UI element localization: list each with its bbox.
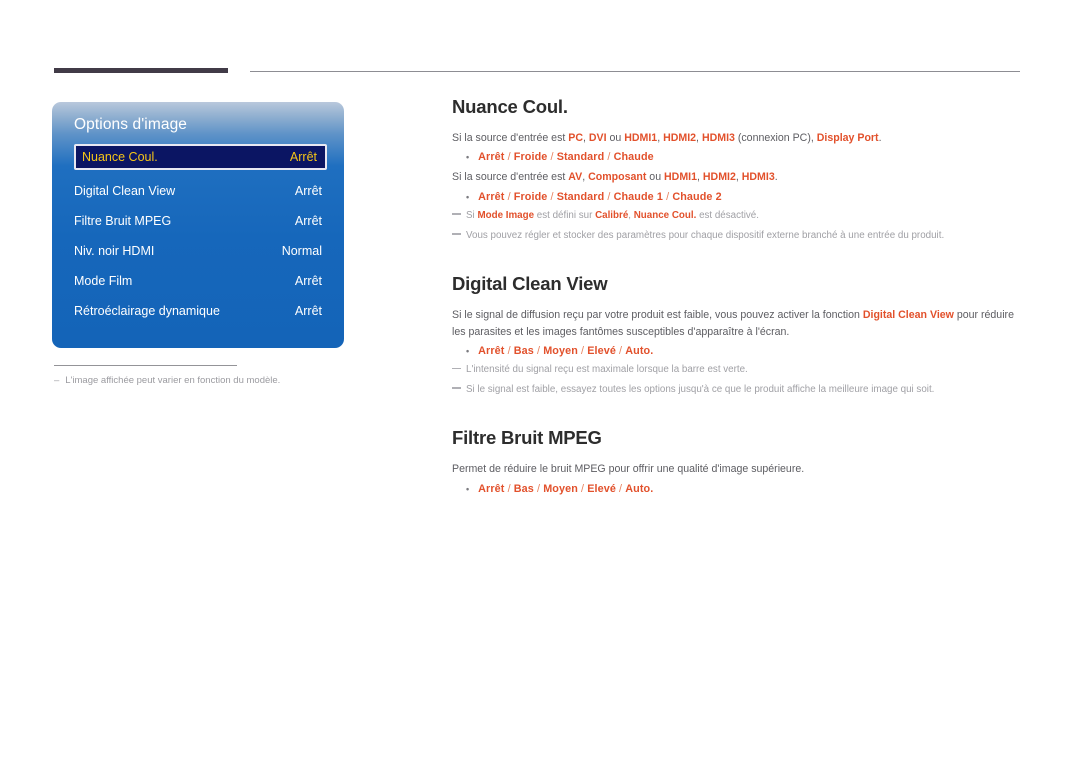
text-fragment: est défini sur	[534, 209, 596, 221]
header-thin-rule	[250, 71, 1020, 72]
bullet-dot-icon: •	[466, 346, 470, 356]
osd-item-label: Digital Clean View	[74, 184, 176, 198]
osd-menu-item-digital-clean-view[interactable]: Digital Clean View Arrêt	[52, 176, 344, 206]
highlight-nuance-coul: Nuance Coul.	[633, 209, 697, 221]
text-fragment: Si	[466, 209, 478, 221]
text-fragment: ou	[646, 171, 665, 184]
osd-menu-panel: Options d'image Nuance Coul. Arrêt Digit…	[52, 102, 344, 348]
highlight-hdmi1: HDMI1	[664, 171, 697, 184]
osd-item-value: Arrêt	[294, 274, 322, 288]
note-dash-icon	[452, 233, 461, 235]
bullet-nuance-options-pc: • Arrêt / Froide / Standard / Chaude	[466, 151, 1022, 163]
note-signal-bar-green: L'intensité du signal reçu est maximale …	[452, 363, 1022, 378]
bullet-dot-icon: •	[466, 191, 470, 202]
highlight-composant: Composant	[588, 171, 647, 184]
paragraph-nuance-source-pc: Si la source d'entrée est PC, DVI ou HDM…	[452, 130, 1022, 146]
note-text: L'intensité du signal reçu est maximale …	[466, 364, 748, 375]
paragraph-nuance-source-av: Si la source d'entrée est AV, Composant …	[452, 169, 1022, 185]
text-fragment: (connexion PC),	[734, 132, 817, 144]
note-dash-icon	[452, 367, 461, 369]
highlight-dvi: DVI	[588, 132, 607, 144]
text-fragment: .	[878, 132, 882, 144]
osd-item-label: Mode Film	[74, 274, 133, 288]
osd-item-value: Normal	[281, 244, 322, 258]
bullet-filtre-bruit-mpeg-options: • Arrêt / Bas / Moyen / Elevé / Auto.	[466, 483, 1022, 495]
documentation-column: Nuance Coul. Si la source d'entrée est P…	[452, 96, 1022, 501]
osd-item-label: Rétroéclairage dynamique	[74, 304, 220, 318]
paragraph-digital-clean-view: Si le signal de diffusion reçu par votre…	[452, 307, 1022, 340]
osd-footnote-block: – L'image affichée peut varier en foncti…	[52, 365, 344, 387]
text-fragment: Si la source d'entrée est	[452, 171, 569, 184]
text-fragment: ou	[606, 132, 625, 144]
osd-menu-item-niv-noir-hdmi[interactable]: Niv. noir HDMI Normal	[52, 236, 344, 266]
highlight-hdmi3: HDMI3	[741, 171, 775, 184]
page-header-rules	[0, 0, 1080, 90]
text-fragment: .	[774, 171, 778, 184]
osd-menu-title: Options d'image	[74, 116, 188, 133]
highlight-hdmi3: HDMI3	[701, 132, 735, 144]
highlight-av: AV	[568, 171, 583, 184]
highlight-display-port: Display Port	[816, 132, 879, 144]
note-text: Si Mode Image est défini sur Calibré, Nu…	[466, 209, 1022, 224]
bullet-options-text: Arrêt / Froide / Standard / Chaude	[478, 151, 654, 164]
highlight-digital-clean-view: Digital Clean View	[862, 309, 954, 322]
bullet-digital-clean-view-options: • Arrêt / Bas / Moyen / Elevé / Auto.	[466, 345, 1022, 357]
bullet-options-text: Arrêt / Froide / Standard / Chaude 1 / C…	[478, 190, 722, 203]
footnote-text: L'image affichée peut varier en fonction…	[65, 375, 281, 386]
highlight-hdmi2: HDMI2	[663, 132, 697, 144]
highlight-hdmi2: HDMI2	[702, 171, 736, 184]
section-title-digital-clean-view: Digital Clean View	[452, 273, 608, 295]
highlight-mode-image: Mode Image	[477, 209, 535, 221]
osd-item-label: Nuance Coul.	[82, 150, 158, 164]
highlight-calibre: Calibré	[595, 209, 629, 221]
note-store-parameters: Vous pouvez régler et stocker des paramè…	[452, 229, 1022, 244]
osd-menu-item-mode-film[interactable]: Mode Film Arrêt	[52, 266, 344, 296]
bullet-nuance-options-av: • Arrêt / Froide / Standard / Chaude 1 /…	[466, 191, 1022, 203]
bullet-dot-icon: •	[466, 152, 470, 163]
text-fragment: est désactivé.	[696, 209, 759, 221]
osd-item-label: Filtre Bruit MPEG	[74, 214, 172, 228]
osd-menu-item-filtre-bruit-mpeg[interactable]: Filtre Bruit MPEG Arrêt	[52, 206, 344, 236]
osd-menu-list: Nuance Coul. Arrêt Digital Clean View Ar…	[52, 144, 344, 326]
note-mode-image-calibre: Si Mode Image est défini sur Calibré, Nu…	[452, 209, 1022, 224]
note-weak-signal-try-options: Si le signal est faible, essayez toutes …	[452, 383, 1022, 398]
bullet-dot-icon: •	[466, 483, 470, 494]
paragraph-filtre-bruit-mpeg: Permet de réduire le bruit MPEG pour off…	[452, 463, 805, 476]
text-fragment: Si le signal de diffusion reçu par votre…	[452, 309, 863, 322]
header-thick-rule	[54, 68, 228, 73]
osd-item-value: Arrêt	[294, 184, 322, 198]
osd-footnote: – L'image affichée peut varier en foncti…	[54, 374, 344, 387]
osd-item-value: Arrêt	[289, 150, 317, 164]
highlight-pc: PC	[568, 132, 583, 144]
osd-illustration-column: Options d'image Nuance Coul. Arrêt Digit…	[52, 102, 344, 387]
bullet-options-text: Arrêt / Bas / Moyen / Elevé / Auto.	[478, 345, 654, 357]
osd-item-value: Arrêt	[294, 214, 322, 228]
osd-item-label: Niv. noir HDMI	[74, 244, 155, 258]
note-dash-icon	[452, 387, 461, 389]
footnote-dash: –	[54, 375, 60, 386]
note-text: Vous pouvez régler et stocker des paramè…	[466, 229, 945, 241]
note-text: Si le signal est faible, essayez toutes …	[466, 383, 935, 395]
section-title-filtre-bruit-mpeg: Filtre Bruit MPEG	[452, 427, 602, 449]
note-dash-icon	[452, 213, 461, 215]
osd-item-value: Arrêt	[294, 304, 322, 318]
bullet-options-text: Arrêt / Bas / Moyen / Elevé / Auto.	[478, 482, 654, 495]
highlight-hdmi1: HDMI1	[624, 132, 658, 144]
osd-menu-item-retroeclairage-dynamique[interactable]: Rétroéclairage dynamique Arrêt	[52, 296, 344, 326]
section-title-nuance-coul: Nuance Coul.	[452, 96, 568, 117]
text-fragment: Si la source d'entrée est	[452, 132, 569, 144]
osd-footnote-rule	[54, 365, 237, 366]
osd-menu-item-nuance-coul[interactable]: Nuance Coul. Arrêt	[74, 144, 327, 170]
